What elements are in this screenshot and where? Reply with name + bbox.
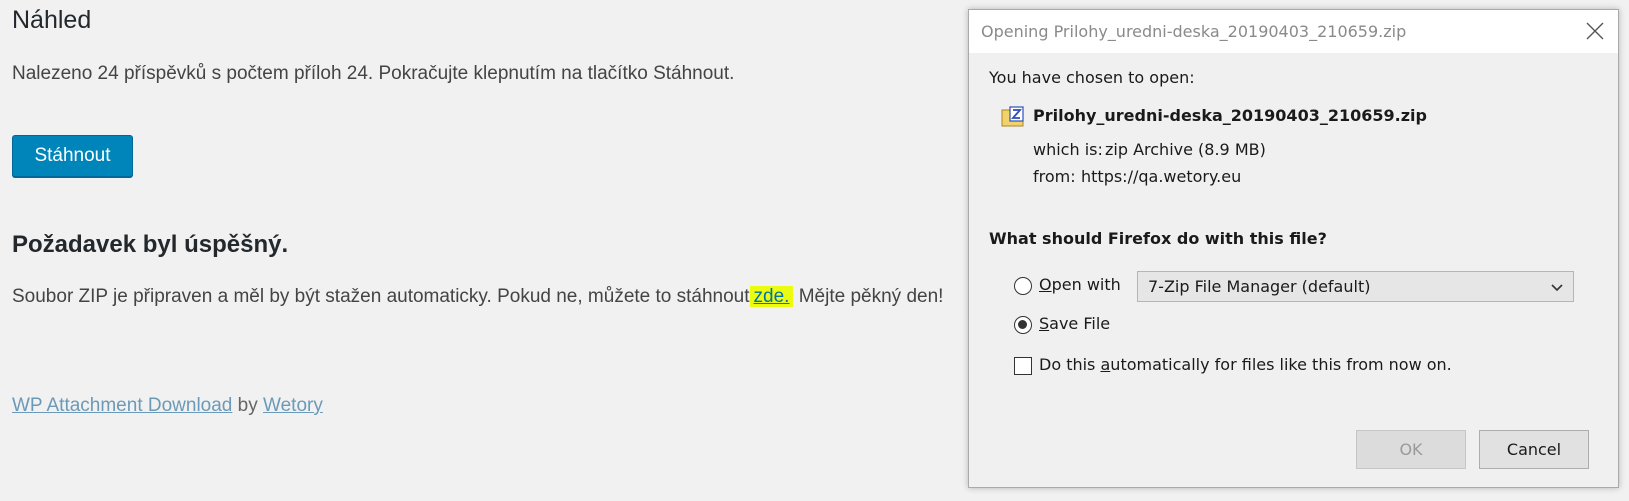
save-file-radio[interactable] (1014, 316, 1032, 334)
source-url: https://qa.wetory.eu (1081, 167, 1242, 186)
open-with-app-select[interactable]: 7-Zip File Manager (default) (1137, 271, 1574, 302)
auto-action-checkbox[interactable] (1014, 357, 1032, 375)
radio-selected-dot (1018, 320, 1027, 329)
footer-by: by (237, 395, 258, 416)
auto-action-after: utomatically for files like this from no… (1110, 355, 1452, 374)
open-with-radio[interactable] (1014, 277, 1032, 295)
cancel-button[interactable]: Cancel (1479, 430, 1589, 469)
open-file-dialog: Opening Prilohy_uredni-deska_20190403_21… (968, 9, 1619, 488)
action-question: What should Firefox do with this file? (989, 229, 1327, 248)
file-name: Prilohy_uredni-deska_20190403_210659.zip (1033, 106, 1427, 125)
file-type-value: zip Archive (8.9 MB) (1105, 140, 1266, 159)
open-with-label[interactable]: Open with (1039, 275, 1121, 294)
close-icon[interactable] (1582, 18, 1608, 44)
auto-action-label[interactable]: Do this automatically for files like thi… (1039, 355, 1452, 374)
dialog-titlebar: Opening Prilohy_uredni-deska_20190403_21… (969, 10, 1618, 53)
from-label: from: (1033, 167, 1076, 186)
auto-action-accel: a (1100, 355, 1111, 374)
chevron-down-icon (1549, 279, 1565, 295)
download-button[interactable]: Stáhnout (12, 135, 133, 177)
dialog-title: Opening Prilohy_uredni-deska_20190403_21… (981, 22, 1407, 41)
open-with-rest: pen with (1051, 275, 1121, 294)
zip-ready-text-start: Soubor ZIP je připraven a měl by být sta… (12, 286, 750, 307)
save-file-rest: ave File (1049, 314, 1111, 333)
zip-ready-text: Soubor ZIP je připraven a měl by být sta… (12, 286, 943, 308)
auto-action-before: Do this (1039, 355, 1101, 374)
zip-file-icon (1001, 106, 1025, 128)
download-here-link[interactable]: zde. (749, 286, 794, 307)
chosen-label: You have chosen to open: (989, 68, 1195, 87)
page-title: Náhled (12, 6, 92, 34)
open-with-accel: O (1039, 275, 1052, 294)
found-posts-text: Nalezeno 24 příspěvků s počtem příloh 24… (12, 63, 735, 84)
open-with-app-value: 7-Zip File Manager (default) (1148, 277, 1371, 296)
which-is-label: which is: (1033, 140, 1103, 159)
save-file-label[interactable]: Save File (1039, 314, 1110, 333)
save-file-accel: S (1039, 314, 1050, 333)
zip-ready-text-end: Mějte pěkný den! (793, 286, 944, 307)
ok-button[interactable]: OK (1356, 430, 1466, 469)
plugin-link[interactable]: WP Attachment Download (12, 395, 232, 416)
footer-credits: WP Attachment Download by Wetory (12, 395, 323, 417)
success-heading: Požadavek byl úspěšný. (12, 231, 289, 258)
author-link[interactable]: Wetory (263, 395, 323, 416)
